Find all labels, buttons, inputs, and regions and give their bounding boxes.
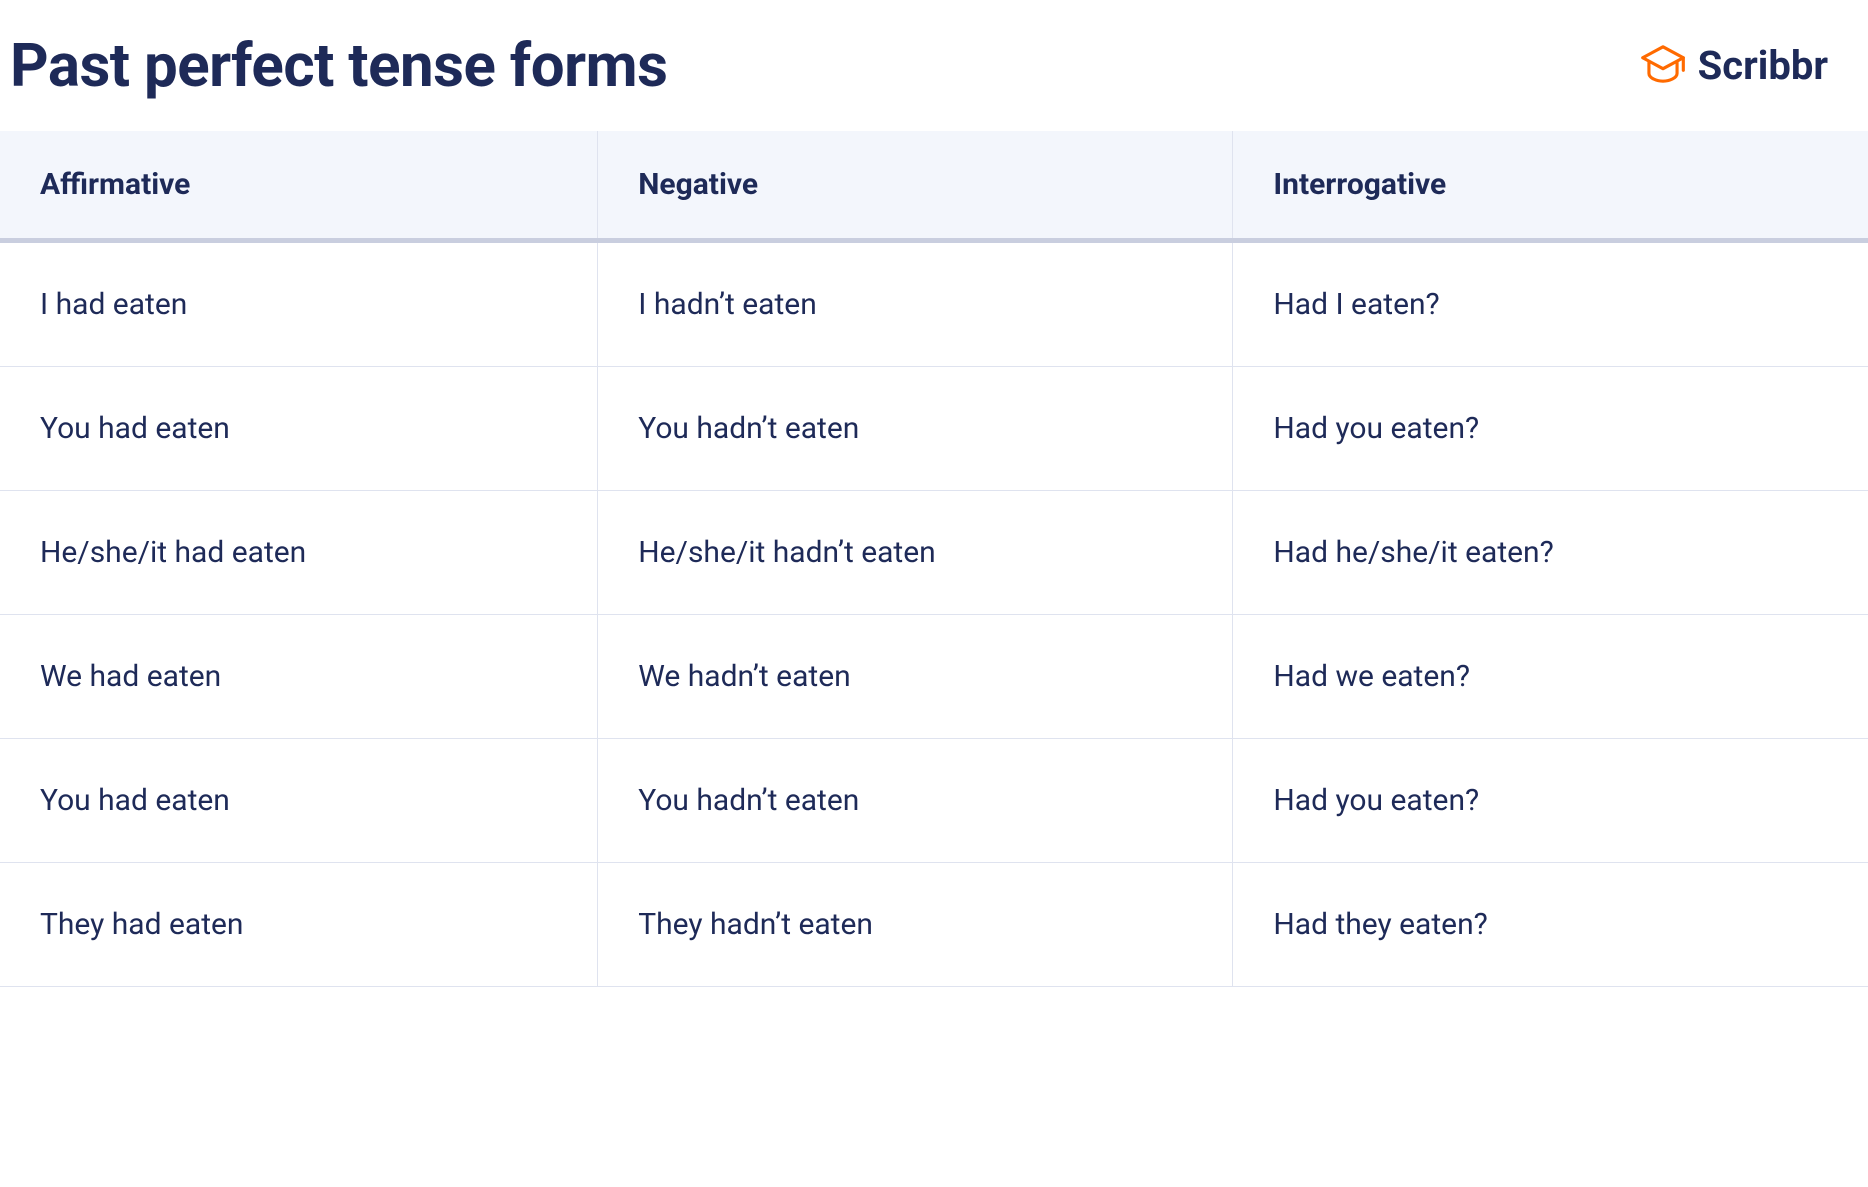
page-title: Past perfect tense forms [10,30,667,101]
tense-table: Affirmative Negative Interrogative I had… [0,131,1868,987]
cell-interrogative: Had we eaten? [1233,615,1868,739]
cell-negative: I hadn’t eaten [598,241,1233,367]
graduation-cap-icon [1638,39,1688,93]
table-row: I had eaten I hadn’t eaten Had I eaten? [0,241,1868,367]
table-row: We had eaten We hadn’t eaten Had we eate… [0,615,1868,739]
table-row: They had eaten They hadn’t eaten Had the… [0,863,1868,987]
cell-negative: They hadn’t eaten [598,863,1233,987]
cell-interrogative: Had he/she/it eaten? [1233,491,1868,615]
cell-interrogative: Had they eaten? [1233,863,1868,987]
cell-interrogative: Had you eaten? [1233,739,1868,863]
table-header-row: Affirmative Negative Interrogative [0,131,1868,238]
cell-negative: You hadn’t eaten [598,739,1233,863]
table-row: You had eaten You hadn’t eaten Had you e… [0,367,1868,491]
cell-negative: We hadn’t eaten [598,615,1233,739]
brand-logo: Scribbr [1638,39,1828,93]
cell-interrogative: Had you eaten? [1233,367,1868,491]
column-header-interrogative: Interrogative [1233,131,1868,238]
column-header-affirmative: Affirmative [0,131,598,238]
cell-affirmative: They had eaten [0,863,598,987]
cell-negative: He/she/it hadn’t eaten [598,491,1233,615]
cell-affirmative: I had eaten [0,241,598,367]
cell-affirmative: You had eaten [0,367,598,491]
cell-affirmative: We had eaten [0,615,598,739]
cell-affirmative: He/she/it had eaten [0,491,598,615]
page-header: Past perfect tense forms Scribbr [0,0,1868,131]
table-row: You had eaten You hadn’t eaten Had you e… [0,739,1868,863]
brand-name: Scribbr [1698,42,1828,89]
table-row: He/she/it had eaten He/she/it hadn’t eat… [0,491,1868,615]
cell-negative: You hadn’t eaten [598,367,1233,491]
column-header-negative: Negative [598,131,1233,238]
cell-interrogative: Had I eaten? [1233,241,1868,367]
cell-affirmative: You had eaten [0,739,598,863]
